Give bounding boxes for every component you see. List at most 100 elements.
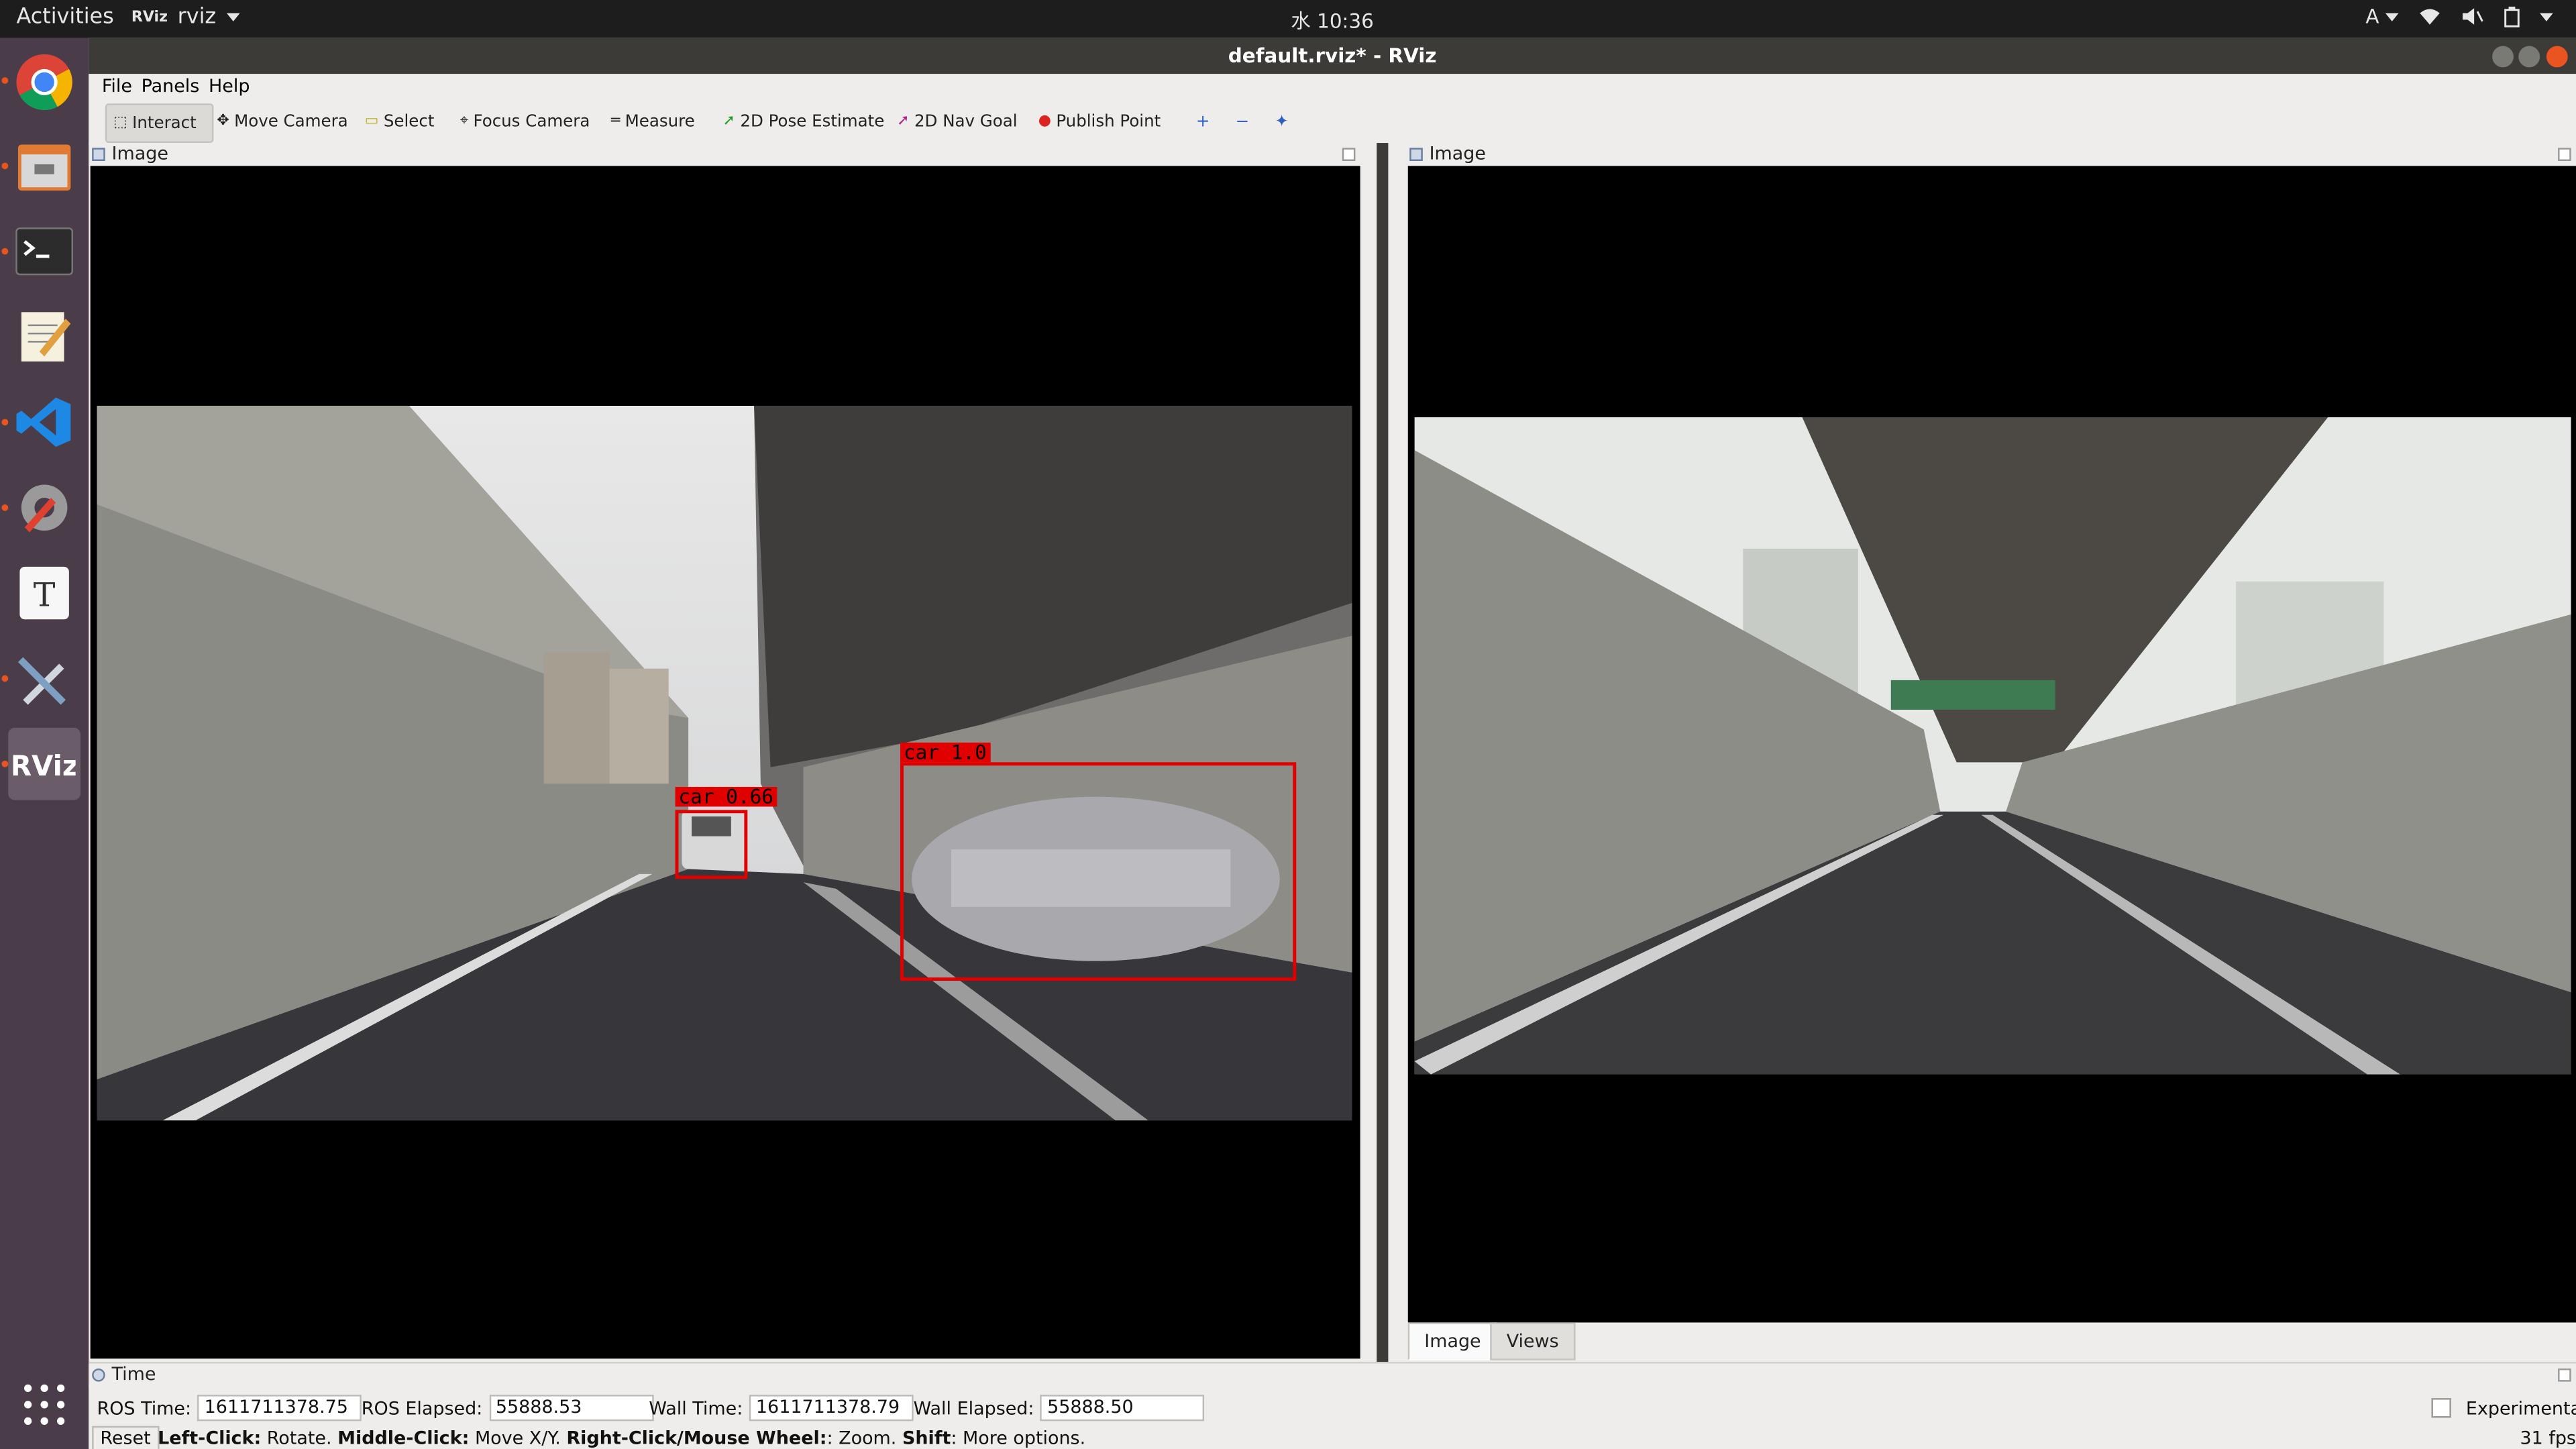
wall-elapsed-value[interactable]: 55888.50 bbox=[1040, 1395, 1205, 1421]
cursor-icon: ⬚ bbox=[113, 115, 127, 131]
plus-icon: + bbox=[1195, 112, 1210, 131]
rviz-icon[interactable]: RViz bbox=[8, 727, 81, 800]
publish-point-tool-button[interactable]: ● Publish Point bbox=[1032, 103, 1167, 140]
experimental-checkbox[interactable]: Experimental bbox=[2431, 1397, 2576, 1419]
panel-float-icon[interactable] bbox=[1409, 148, 1423, 162]
ros-elapsed-field: ROS Elapsed: 55888.53 bbox=[361, 1395, 653, 1421]
chrome-icon[interactable] bbox=[8, 46, 80, 119]
detection-label: car 0.66 bbox=[675, 787, 777, 807]
maximize-button[interactable] bbox=[2518, 46, 2540, 68]
purple-arrow-icon: ➚ bbox=[897, 113, 910, 130]
menu-panels[interactable]: Panels bbox=[142, 76, 200, 97]
wall-time-value[interactable]: 1611711378.79 bbox=[749, 1395, 914, 1421]
move-camera-tool-button[interactable]: ✥ Move Camera bbox=[210, 103, 354, 140]
running-indicator bbox=[1, 675, 9, 682]
typora-icon[interactable]: T bbox=[8, 557, 80, 629]
time-panel: Time ROS Time: 1611711378.75 ROS Elapsed… bbox=[89, 1362, 2576, 1449]
menu-help[interactable]: Help bbox=[209, 76, 250, 97]
hint-key: Shift bbox=[902, 1428, 951, 1449]
checkbox-icon[interactable] bbox=[2431, 1398, 2451, 1418]
input-method-indicator[interactable]: A bbox=[2365, 5, 2399, 28]
panel-close-icon[interactable] bbox=[2558, 148, 2571, 162]
gear-icon: ✦ bbox=[1275, 112, 1289, 131]
wall-time-label: Wall Time: bbox=[649, 1397, 743, 1419]
tab-image[interactable]: Image bbox=[1407, 1322, 1498, 1360]
panel-close-icon[interactable] bbox=[2558, 1368, 2571, 1382]
dock: T RViz bbox=[0, 38, 89, 1449]
system-menu-chevron-icon bbox=[2540, 12, 2553, 21]
nav-goal-tool-button[interactable]: ➚ 2D Nav Goal bbox=[890, 103, 1024, 140]
select-tool-button[interactable]: ▭ Select bbox=[358, 103, 441, 140]
time-panel-title: Time bbox=[111, 1363, 156, 1385]
vscode-icon[interactable] bbox=[8, 386, 80, 459]
hint-key: Right-Click/Mouse Wheel: bbox=[566, 1428, 827, 1449]
ros-elapsed-value[interactable]: 55888.53 bbox=[489, 1395, 653, 1421]
panel-float-icon[interactable] bbox=[92, 1368, 105, 1382]
close-button[interactable] bbox=[2546, 46, 2568, 68]
running-indicator bbox=[1, 77, 9, 84]
remove-tool-button[interactable]: − bbox=[1229, 103, 1256, 140]
system-tray[interactable]: A bbox=[2365, 5, 2553, 28]
left-image-panel-header[interactable]: Image bbox=[89, 143, 1360, 166]
ros-time-value[interactable]: 1611711378.75 bbox=[197, 1395, 362, 1421]
reset-button[interactable]: Reset bbox=[92, 1426, 159, 1449]
running-indicator bbox=[1, 760, 9, 767]
hint-key: Middle-Click: bbox=[337, 1428, 470, 1449]
clock[interactable]: 水 10:36 bbox=[0, 7, 2576, 35]
tools-icon[interactable] bbox=[8, 643, 80, 715]
tool-bar: ⬚ Interact ✥ Move Camera ▭ Select ⌖ Focus Ca… bbox=[89, 100, 2576, 145]
wall-elapsed-label: Wall Elapsed: bbox=[913, 1397, 1034, 1419]
ros-elapsed-label: ROS Elapsed: bbox=[361, 1397, 483, 1419]
tool-properties-button[interactable]: ✦ bbox=[1269, 103, 1295, 140]
pose-estimate-tool-button[interactable]: ➚ 2D Pose Estimate bbox=[716, 103, 891, 140]
wifi-icon bbox=[2420, 9, 2440, 25]
text-editor-icon[interactable] bbox=[8, 301, 80, 373]
panel-splitter[interactable] bbox=[1360, 143, 1407, 1362]
tab-views[interactable]: Views bbox=[1490, 1322, 1576, 1360]
hint-text: : More options. bbox=[951, 1428, 1086, 1449]
files-icon[interactable] bbox=[8, 129, 80, 202]
minimize-button[interactable] bbox=[2492, 46, 2514, 68]
chevron-down-icon bbox=[2385, 13, 2399, 21]
left-image-view[interactable]: car 0.66 car 1.0 bbox=[90, 166, 1360, 1359]
focus-camera-icon: ⌖ bbox=[460, 113, 469, 130]
right-dock-tabs: Image Views bbox=[1407, 1322, 2576, 1360]
running-indicator bbox=[1, 248, 9, 255]
right-image-view[interactable] bbox=[1407, 166, 2576, 1323]
right-image-panel-title: Image bbox=[1429, 143, 1486, 164]
experimental-label: Experimental bbox=[2465, 1397, 2576, 1419]
map-pin-icon: ● bbox=[1038, 113, 1052, 130]
settings-tools-icon[interactable] bbox=[8, 472, 80, 544]
add-tool-button[interactable]: + bbox=[1189, 103, 1216, 140]
svg-text:RViz: RViz bbox=[13, 749, 76, 782]
select-icon: ▭ bbox=[364, 113, 379, 130]
interact-tool-button[interactable]: ⬚ Interact bbox=[105, 103, 214, 144]
panel-float-icon[interactable] bbox=[92, 148, 105, 162]
fps-counter: 31 fps bbox=[2520, 1428, 2576, 1449]
measure-tool-button[interactable]: ═ Measure bbox=[604, 103, 701, 140]
ros-time-label: ROS Time: bbox=[97, 1397, 192, 1419]
menu-bar: File Panels Help bbox=[89, 74, 2576, 101]
hint-key: Left-Click: bbox=[158, 1428, 262, 1449]
splitter-handle[interactable] bbox=[1377, 143, 1389, 1362]
terminal-icon[interactable] bbox=[8, 215, 80, 288]
time-panel-header[interactable]: Time bbox=[89, 1363, 2576, 1389]
running-indicator bbox=[1, 162, 9, 170]
app-grid-icon[interactable] bbox=[8, 1368, 80, 1441]
detection-label: car 1.0 bbox=[900, 742, 990, 763]
window-titlebar[interactable]: default.rviz* - RViz bbox=[89, 38, 2576, 74]
wall-time-field: Wall Time: 1611711378.79 bbox=[649, 1395, 914, 1421]
ruler-icon: ═ bbox=[611, 113, 621, 130]
ros-time-field: ROS Time: 1611711378.75 bbox=[97, 1395, 362, 1421]
svg-text:T: T bbox=[34, 576, 56, 614]
right-image-panel-header[interactable]: Image bbox=[1406, 143, 2576, 166]
hint-text: Move X/Y. bbox=[469, 1428, 567, 1449]
panel-close-icon[interactable] bbox=[1342, 148, 1356, 162]
running-indicator bbox=[1, 504, 9, 511]
focus-camera-tool-button[interactable]: ⌖ Focus Camera bbox=[453, 103, 596, 140]
detection-box bbox=[900, 762, 1297, 981]
rviz-window: default.rviz* - RViz File Panels Help ⬚ I… bbox=[89, 38, 2576, 1449]
menu-file[interactable]: File bbox=[102, 76, 132, 97]
window-title: default.rviz* - RViz bbox=[1228, 44, 1437, 68]
left-image-panel-title: Image bbox=[111, 143, 168, 164]
